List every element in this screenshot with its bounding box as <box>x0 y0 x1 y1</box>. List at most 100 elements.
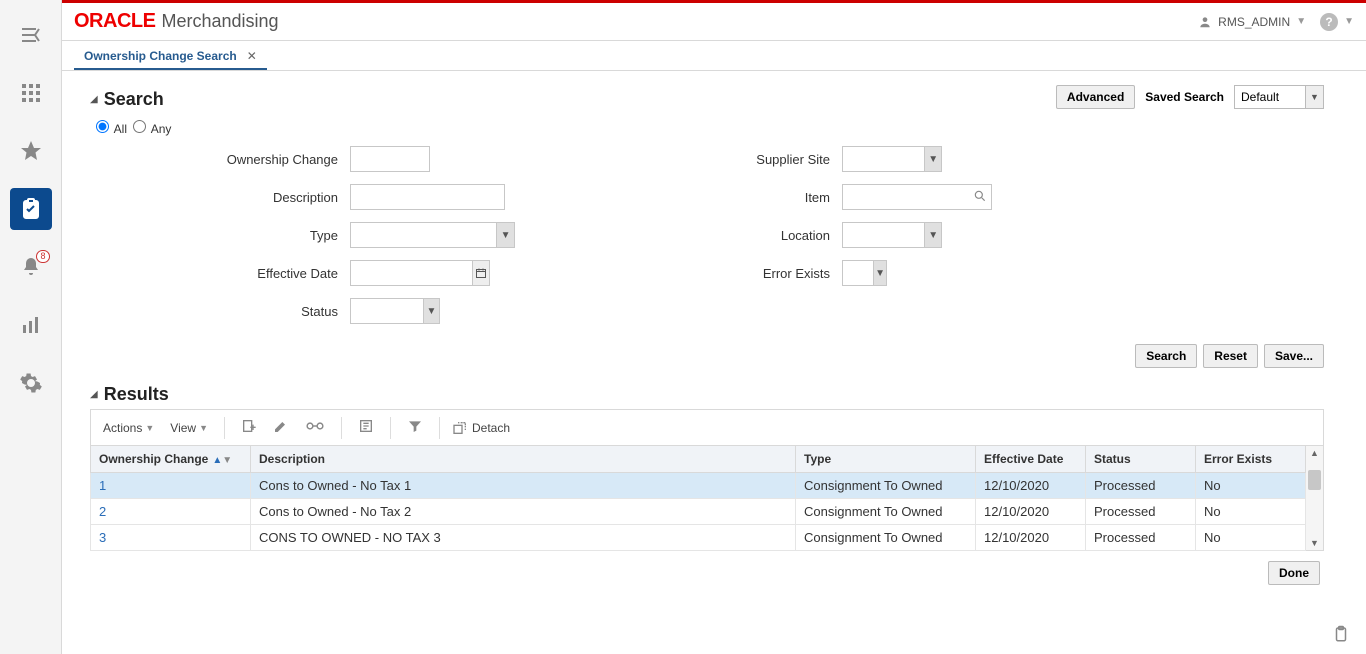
label-description: Description <box>180 190 350 205</box>
chevron-down-icon: ▼ <box>1296 16 1306 27</box>
filter-icon[interactable] <box>403 418 427 437</box>
cell-description: Cons to Owned - No Tax 2 <box>251 499 796 525</box>
supplier-site-select[interactable]: ▼ <box>842 146 942 172</box>
user-name: RMS_ADMIN <box>1218 15 1290 29</box>
tab-ownership-change-search[interactable]: Ownership Change Search ✕ <box>74 43 267 70</box>
reset-button[interactable]: Reset <box>1203 344 1258 368</box>
description-input[interactable] <box>350 184 505 210</box>
col-effective-date[interactable]: Effective Date <box>976 446 1086 473</box>
detach-button[interactable]: Detach <box>452 420 510 436</box>
col-ownership-change[interactable]: Ownership Change▲▼ <box>91 446 251 473</box>
chevron-down-icon[interactable]: ▼ <box>1305 86 1323 108</box>
label-item: Item <box>672 190 842 205</box>
tab-label: Ownership Change Search <box>84 49 237 63</box>
location-select[interactable]: ▼ <box>842 222 942 248</box>
cell-effective-date: 12/10/2020 <box>976 473 1086 499</box>
scroll-up-icon[interactable]: ▲ <box>1306 448 1323 458</box>
save-button[interactable]: Save... <box>1264 344 1324 368</box>
cell-effective-date: 12/10/2020 <box>976 499 1086 525</box>
cell-type: Consignment To Owned <box>796 525 976 551</box>
advanced-button[interactable]: Advanced <box>1056 85 1135 109</box>
table-row[interactable]: 3CONS TO OWNED - NO TAX 3Consignment To … <box>91 525 1306 551</box>
topbar: ORACLE Merchandising RMS_ADMIN ▼ ? ▼ <box>62 3 1366 41</box>
done-button[interactable]: Done <box>1268 561 1320 585</box>
cell-ownership-change[interactable]: 3 <box>91 525 251 551</box>
table-scrollbar[interactable]: ▲ ▼ <box>1306 445 1324 551</box>
left-sidebar: 8 <box>0 0 62 654</box>
scroll-down-icon[interactable]: ▼ <box>1306 538 1323 548</box>
cell-ownership-change[interactable]: 2 <box>91 499 251 525</box>
tabstrip: Ownership Change Search ✕ <box>62 41 1366 71</box>
notification-badge: 8 <box>36 250 49 263</box>
scroll-thumb[interactable] <box>1308 470 1321 490</box>
item-input[interactable] <box>842 184 992 210</box>
search-icon[interactable] <box>973 189 987 208</box>
cell-status: Processed <box>1086 499 1196 525</box>
label-error-exists: Error Exists <box>672 266 842 281</box>
view-icon[interactable] <box>301 420 329 435</box>
sidebar-apps-icon[interactable] <box>10 72 52 114</box>
results-section-title: Results <box>104 384 169 405</box>
sidebar-toggle[interactable] <box>10 14 52 56</box>
cell-description: CONS TO OWNED - NO TAX 3 <box>251 525 796 551</box>
cell-type: Consignment To Owned <box>796 499 976 525</box>
label-location: Location <box>672 228 842 243</box>
chevron-down-icon[interactable]: ▼ <box>496 223 514 247</box>
cell-error-exists: No <box>1196 499 1306 525</box>
detach-icon <box>452 420 468 436</box>
collapse-icon[interactable]: ◢ <box>90 94 98 105</box>
ownership-change-input[interactable] <box>350 146 430 172</box>
table-row[interactable]: 2Cons to Owned - No Tax 2Consignment To … <box>91 499 1306 525</box>
sidebar-settings-icon[interactable] <box>10 362 52 404</box>
sidebar-tasks-icon[interactable] <box>10 188 52 230</box>
table-row[interactable]: 1Cons to Owned - No Tax 1Consignment To … <box>91 473 1306 499</box>
tab-close-icon[interactable]: ✕ <box>247 49 257 63</box>
cell-description: Cons to Owned - No Tax 1 <box>251 473 796 499</box>
cell-ownership-change[interactable]: 1 <box>91 473 251 499</box>
chevron-down-icon[interactable]: ▼ <box>924 223 941 247</box>
cell-status: Processed <box>1086 473 1196 499</box>
cell-error-exists: No <box>1196 473 1306 499</box>
search-button[interactable]: Search <box>1135 344 1197 368</box>
radio-all[interactable]: All <box>96 120 127 136</box>
col-status[interactable]: Status <box>1086 446 1196 473</box>
label-type: Type <box>180 228 350 243</box>
collapse-icon[interactable]: ◢ <box>90 389 98 400</box>
help-icon[interactable]: ? <box>1320 13 1338 31</box>
saved-search-select[interactable]: ▼ <box>1234 85 1324 109</box>
sidebar-favorites-icon[interactable] <box>10 130 52 172</box>
cell-error-exists: No <box>1196 525 1306 551</box>
edit-icon[interactable] <box>269 418 293 437</box>
error-exists-select[interactable]: ▼ <box>842 260 887 286</box>
sidebar-reports-icon[interactable] <box>10 304 52 346</box>
chevron-down-icon[interactable]: ▼ <box>924 147 941 171</box>
search-section-title: Search <box>104 89 164 110</box>
chevron-down-icon: ▼ <box>145 423 154 433</box>
create-icon[interactable] <box>237 418 261 437</box>
actions-menu[interactable]: Actions▼ <box>99 421 158 435</box>
status-select[interactable]: ▼ <box>350 298 440 324</box>
chevron-down-icon: ▼ <box>199 423 208 433</box>
label-ownership-change: Ownership Change <box>180 152 350 167</box>
user-icon <box>1198 15 1212 29</box>
clipboard-icon[interactable] <box>1332 625 1350 648</box>
radio-any[interactable]: Any <box>133 120 171 136</box>
view-menu[interactable]: View▼ <box>166 421 212 435</box>
oracle-logo: ORACLE <box>74 10 155 33</box>
chevron-down-icon: ▼ <box>1344 16 1354 27</box>
saved-search-value[interactable] <box>1235 88 1305 106</box>
sort-asc-icon: ▲ <box>212 455 222 466</box>
calendar-icon[interactable] <box>472 261 489 285</box>
sidebar-notifications-icon[interactable]: 8 <box>10 246 52 288</box>
type-select[interactable]: ▼ <box>350 222 515 248</box>
chevron-down-icon[interactable]: ▼ <box>873 261 886 285</box>
chevron-down-icon[interactable]: ▼ <box>423 299 439 323</box>
col-description[interactable]: Description <box>251 446 796 473</box>
effective-date-input[interactable] <box>350 260 490 286</box>
saved-search-label: Saved Search <box>1145 90 1224 104</box>
sort-desc-icon: ▼ <box>222 455 232 466</box>
user-menu[interactable]: RMS_ADMIN ▼ ? ▼ <box>1198 13 1354 31</box>
export-icon[interactable] <box>354 418 378 437</box>
col-error-exists[interactable]: Error Exists <box>1196 446 1306 473</box>
col-type[interactable]: Type <box>796 446 976 473</box>
